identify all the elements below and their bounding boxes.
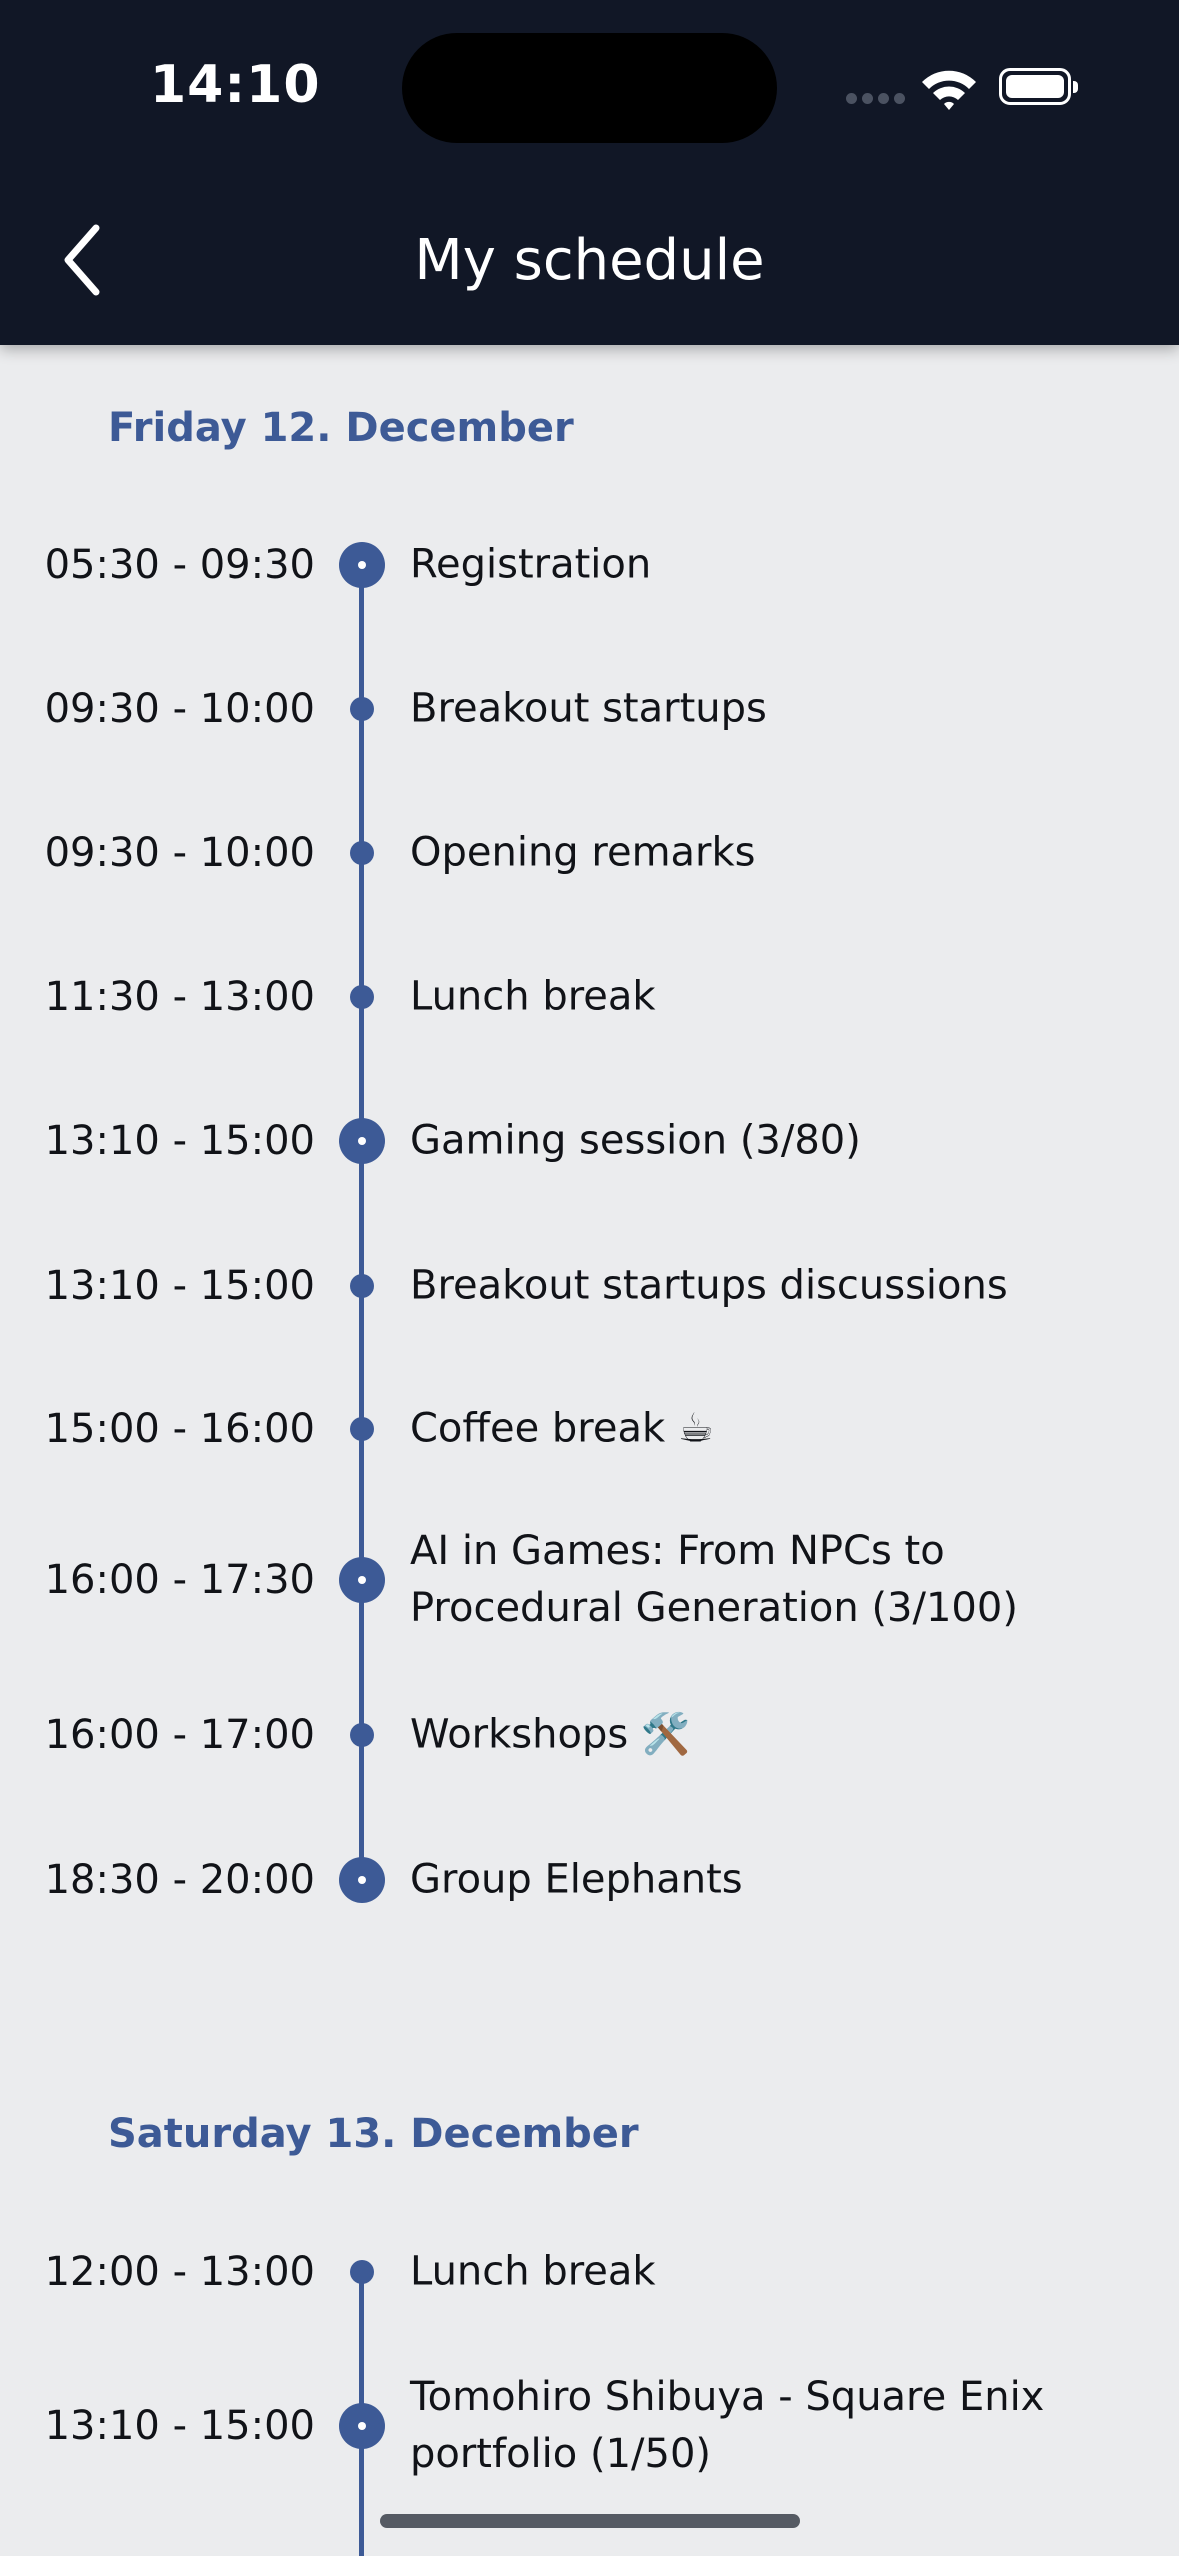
- event-title: Gaming session (3/80): [410, 1117, 861, 1164]
- timeline-marker-major: [339, 1857, 385, 1903]
- event-time: 15:00 - 16:00: [44, 1406, 315, 1452]
- timeline-marker-minor: [350, 1723, 374, 1747]
- day-heading: Saturday 13. December: [108, 2111, 639, 2157]
- event-title: Opening remarks: [410, 829, 756, 876]
- event-title: Lunch break: [410, 973, 656, 1020]
- event-time: 11:30 - 13:00: [44, 974, 315, 1020]
- timeline-marker-minor: [350, 2260, 374, 2284]
- timeline-marker-minor: [350, 697, 374, 721]
- day-heading: Friday 12. December: [108, 405, 574, 451]
- event-time: 12:00 - 13:00: [44, 2249, 315, 2295]
- schedule-item[interactable]: 05:30 - 09:30 Registration: [0, 525, 1179, 605]
- timeline-marker-major: [339, 1118, 385, 1164]
- schedule-item[interactable]: 09:30 - 10:00 Breakout startups: [0, 669, 1179, 749]
- page-title: My schedule: [414, 228, 765, 293]
- timeline-marker-minor: [350, 1417, 374, 1441]
- event-title: Tomohiro Shibuya - Square Enix portfolio…: [410, 2374, 1045, 2477]
- battery-icon: [999, 68, 1078, 105]
- event-time: 16:00 - 17:00: [44, 1712, 315, 1758]
- schedule-item[interactable]: 13:10 - 15:00 Tomohiro Shibuya - Square …: [0, 2366, 1179, 2486]
- timeline-marker-major: [339, 2403, 385, 2449]
- schedule-item[interactable]: 12:00 - 13:00 Lunch break: [0, 2232, 1179, 2312]
- schedule-item[interactable]: 18:30 - 20:00 Group Elephants: [0, 1840, 1179, 1920]
- event-time: 16:00 - 17:30: [44, 1557, 315, 1603]
- timeline-marker-minor: [350, 841, 374, 865]
- timeline-marker-minor: [350, 1274, 374, 1298]
- event-title: Breakout startups discussions: [410, 1262, 1008, 1309]
- schedule-item[interactable]: 13:10 - 15:00 Gaming session (3/80): [0, 1101, 1179, 1181]
- event-time: 13:10 - 15:00: [44, 1263, 315, 1309]
- home-indicator[interactable]: [380, 2514, 800, 2528]
- schedule-item[interactable]: 11:30 - 13:00 Lunch break: [0, 957, 1179, 1037]
- event-title: Coffee break ☕: [410, 1405, 714, 1452]
- event-time: 18:30 - 20:00: [44, 1857, 315, 1903]
- cellular-signal-icon: [846, 93, 906, 107]
- schedule-item[interactable]: 13:10 - 15:00 Breakout startups discussi…: [0, 1246, 1179, 1326]
- event-title: AI in Games: From NPCs to Procedural Gen…: [410, 1528, 1018, 1631]
- wifi-icon: [922, 70, 976, 110]
- timeline-marker-minor: [350, 985, 374, 1009]
- event-time: 13:10 - 15:00: [44, 2403, 315, 2449]
- schedule-item[interactable]: 09:30 - 10:00 Opening remarks: [0, 813, 1179, 893]
- timeline-marker-major: [339, 1557, 385, 1603]
- event-time: 13:10 - 15:00: [44, 1118, 315, 1164]
- timeline-marker-major: [339, 542, 385, 588]
- event-title: Workshops 🛠️: [410, 1711, 691, 1758]
- navigation-bar: 14:10 My schedule: [0, 0, 1179, 345]
- event-time: 09:30 - 10:00: [44, 830, 315, 876]
- dynamic-island: [402, 33, 777, 143]
- schedule-item[interactable]: 16:00 - 17:30 AI in Games: From NPCs to …: [0, 1520, 1179, 1640]
- timeline-line: [359, 565, 364, 1880]
- event-title: Registration: [410, 541, 652, 588]
- event-title: Breakout startups: [410, 685, 767, 732]
- event-time: 05:30 - 09:30: [44, 542, 315, 588]
- event-title: Group Elephants: [410, 1856, 743, 1903]
- event-title: Lunch break: [410, 2248, 656, 2295]
- schedule-item[interactable]: 15:00 - 16:00 Coffee break ☕: [0, 1389, 1179, 1469]
- status-time: 14:10: [150, 55, 321, 115]
- event-time: 09:30 - 10:00: [44, 686, 315, 732]
- schedule-item[interactable]: 16:00 - 17:00 Workshops 🛠️: [0, 1695, 1179, 1775]
